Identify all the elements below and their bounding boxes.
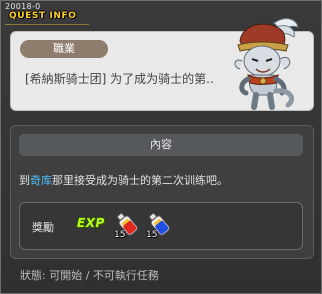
quest-id: 20018-0 (5, 2, 41, 11)
reward-box: 獎勵 EXP 15 15 (19, 202, 303, 250)
npc-character-icon (234, 18, 299, 110)
desc-prefix: 到 (19, 174, 30, 187)
quest-category-badge: 職業 (20, 40, 108, 58)
quest-status: 狀態: 可開始 / 不可執行任務 (20, 269, 159, 282)
reward-item-count: 15 (146, 230, 158, 240)
reward-item-red-potion[interactable]: 15 (112, 209, 142, 240)
reward-item-count: 15 (114, 230, 126, 240)
quest-content-panel: 內容 到奇库那里接受成为骑士的第二次训练吧。 獎勵 EXP 15 15 (10, 125, 314, 259)
reward-item-blue-potion[interactable]: 15 (144, 209, 174, 240)
exp-reward-icon: EXP (77, 216, 105, 230)
quest-info-window: 20018-0 QUEST INFO 職業 [希納斯骑士团] 为了成为骑士的第.… (0, 0, 322, 294)
title-underline (5, 24, 89, 25)
npc-name-link[interactable]: 奇库 (30, 174, 52, 187)
desc-suffix: 那里接受成为骑士的第二次训练吧。 (52, 174, 228, 187)
window-title: QUEST INFO (9, 11, 77, 21)
reward-label: 獎勵 (32, 221, 54, 234)
content-section-header: 內容 (19, 134, 303, 156)
quest-description: 到奇库那里接受成为骑士的第二次训练吧。 (19, 172, 228, 188)
quest-name: [希納斯骑士团] 为了成为骑士的第.. (25, 72, 214, 86)
